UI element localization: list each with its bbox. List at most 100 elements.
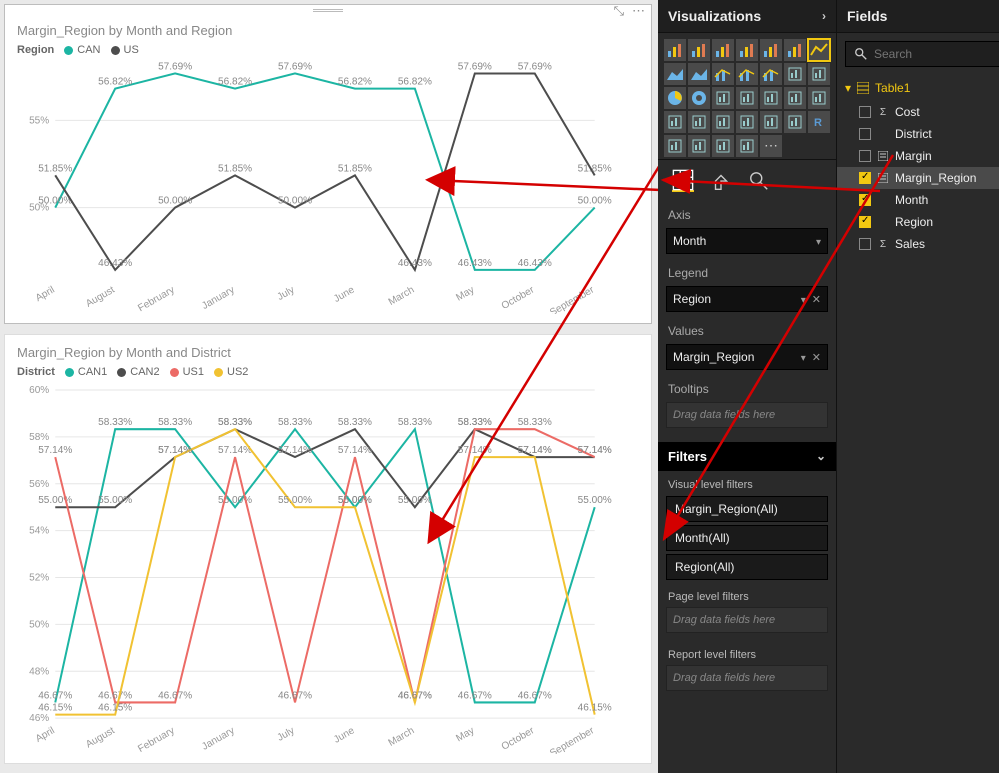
- viz-type-line-column2[interactable]: [736, 63, 758, 85]
- visual-margin-by-month-district[interactable]: Margin_Region by Month and District Dist…: [4, 334, 652, 764]
- svg-text:56%: 56%: [29, 479, 49, 490]
- viz-type-map[interactable]: [736, 87, 758, 109]
- viz-type-area-stacked[interactable]: [688, 63, 710, 85]
- legend-marker: [214, 368, 223, 377]
- viz-type-bar-100[interactable]: [784, 39, 806, 61]
- svg-text:June: June: [332, 725, 357, 746]
- svg-text:46.67%: 46.67%: [98, 690, 132, 701]
- svg-text:57.69%: 57.69%: [278, 61, 312, 72]
- legend-item[interactable]: CAN1: [65, 366, 107, 378]
- viz-type-ribbon[interactable]: [760, 63, 782, 85]
- viz-type-area[interactable]: [664, 63, 686, 85]
- chart-title: Margin_Region by Month and Region: [17, 23, 641, 38]
- fields-tab[interactable]: [672, 170, 694, 192]
- viz-type-r[interactable]: R: [808, 111, 830, 133]
- viz-type-matrix[interactable]: [784, 111, 806, 133]
- search-input[interactable]: [874, 47, 999, 61]
- viz-type-slicer[interactable]: [736, 111, 758, 133]
- viz-type-multi-card[interactable]: [688, 111, 710, 133]
- chevron-down-icon: ▾: [845, 81, 851, 95]
- field-cost[interactable]: ΣCost: [837, 101, 999, 123]
- viz-type-line-column[interactable]: [712, 63, 734, 85]
- viz-type-column-clustered[interactable]: [736, 39, 758, 61]
- field-region[interactable]: Region: [837, 211, 999, 233]
- viz-type-r-script[interactable]: [712, 135, 734, 157]
- tooltips-label: Tooltips: [658, 372, 836, 400]
- analytics-tab[interactable]: [748, 170, 770, 192]
- viz-type-bar-stacked[interactable]: [664, 39, 686, 61]
- checkbox[interactable]: [859, 128, 871, 140]
- legend-item[interactable]: US: [111, 44, 139, 56]
- viz-type-column-100[interactable]: [760, 39, 782, 61]
- viz-type-column-stacked[interactable]: [712, 39, 734, 61]
- viz-type-gauge[interactable]: [808, 87, 830, 109]
- legend-item[interactable]: US1: [170, 366, 204, 378]
- more-options-icon[interactable]: ⋯: [632, 3, 645, 19]
- property-tabs: [658, 159, 836, 198]
- viz-type-more[interactable]: ⋯: [760, 135, 782, 157]
- viz-type-waterfall[interactable]: [784, 63, 806, 85]
- viz-type-line[interactable]: [808, 39, 830, 61]
- svg-text:60%: 60%: [29, 385, 49, 396]
- checkbox[interactable]: [859, 216, 871, 228]
- legend-well[interactable]: Region ▾✕: [666, 286, 828, 312]
- checkbox[interactable]: [859, 238, 871, 250]
- fields-pane: Fields› ▾ Table1 ΣCostDistrict Margin Marg…: [837, 0, 999, 773]
- viz-type-card[interactable]: [664, 111, 686, 133]
- legend-item[interactable]: US2: [214, 366, 248, 378]
- fields-header[interactable]: Fields›: [837, 0, 999, 33]
- field-district[interactable]: District: [837, 123, 999, 145]
- svg-text:56.82%: 56.82%: [398, 77, 432, 88]
- visual-margin-by-month-region[interactable]: ⤡ ⋯ Margin_Region by Month and Region Re…: [4, 4, 652, 324]
- legend-marker: [170, 368, 179, 377]
- viz-type-scatter[interactable]: [808, 63, 830, 85]
- field-month[interactable]: Month: [837, 189, 999, 211]
- axis-well[interactable]: Month ▾: [666, 228, 828, 254]
- svg-text:October: October: [500, 725, 537, 753]
- checkbox[interactable]: [859, 106, 871, 118]
- svg-text:⋯: ⋯: [764, 137, 778, 153]
- format-tab[interactable]: [710, 170, 732, 192]
- viz-type-filled-map[interactable]: [760, 87, 782, 109]
- checkbox[interactable]: [859, 150, 871, 162]
- svg-text:51.85%: 51.85%: [38, 163, 72, 174]
- svg-text:55%: 55%: [29, 115, 49, 126]
- table-node[interactable]: ▾ Table1: [837, 75, 999, 101]
- page-filters-well[interactable]: Drag data fields here: [666, 607, 828, 633]
- visualization-gallery: R⋯: [658, 33, 836, 159]
- field-sales[interactable]: ΣSales: [837, 233, 999, 255]
- viz-type-bar-clustered[interactable]: [688, 39, 710, 61]
- drag-handle-icon[interactable]: [313, 9, 343, 13]
- filters-header[interactable]: Filters⌄: [658, 442, 836, 471]
- checkbox[interactable]: [859, 172, 871, 184]
- viz-type-donut[interactable]: [688, 87, 710, 109]
- viz-type-funnel[interactable]: [784, 87, 806, 109]
- chart-title: Margin_Region by Month and District: [17, 345, 641, 360]
- svg-text:56.82%: 56.82%: [218, 77, 252, 88]
- viz-type-py[interactable]: [736, 135, 758, 157]
- field-margin[interactable]: Margin: [837, 145, 999, 167]
- svg-text:May: May: [454, 725, 476, 744]
- search-box[interactable]: [845, 41, 999, 67]
- filter-pill[interactable]: Region(All): [666, 554, 828, 580]
- field-margin_region[interactable]: Margin_Region: [837, 167, 999, 189]
- visualizations-header[interactable]: Visualizations›: [658, 0, 836, 33]
- svg-text:57.14%: 57.14%: [38, 445, 72, 456]
- legend-item[interactable]: CAN2: [117, 366, 159, 378]
- viz-type-globe[interactable]: [688, 135, 710, 157]
- viz-type-treemap[interactable]: [712, 87, 734, 109]
- viz-type-kpi[interactable]: [712, 111, 734, 133]
- filter-pill[interactable]: Month(All): [666, 525, 828, 551]
- chevron-down-icon: ▾: [816, 237, 821, 248]
- viz-type-arcgis[interactable]: [664, 135, 686, 157]
- viz-type-table[interactable]: [760, 111, 782, 133]
- checkbox[interactable]: [859, 194, 871, 206]
- report-filters-well[interactable]: Drag data fields here: [666, 665, 828, 691]
- tooltips-well[interactable]: Drag data fields here: [666, 402, 828, 428]
- focus-mode-icon[interactable]: ⤡: [614, 3, 624, 19]
- field-label: Margin: [895, 149, 932, 163]
- values-well[interactable]: Margin_Region ▾✕: [666, 344, 828, 370]
- viz-type-pie[interactable]: [664, 87, 686, 109]
- legend-item[interactable]: CAN: [64, 44, 100, 56]
- filter-pill[interactable]: Margin_Region(All): [666, 496, 828, 522]
